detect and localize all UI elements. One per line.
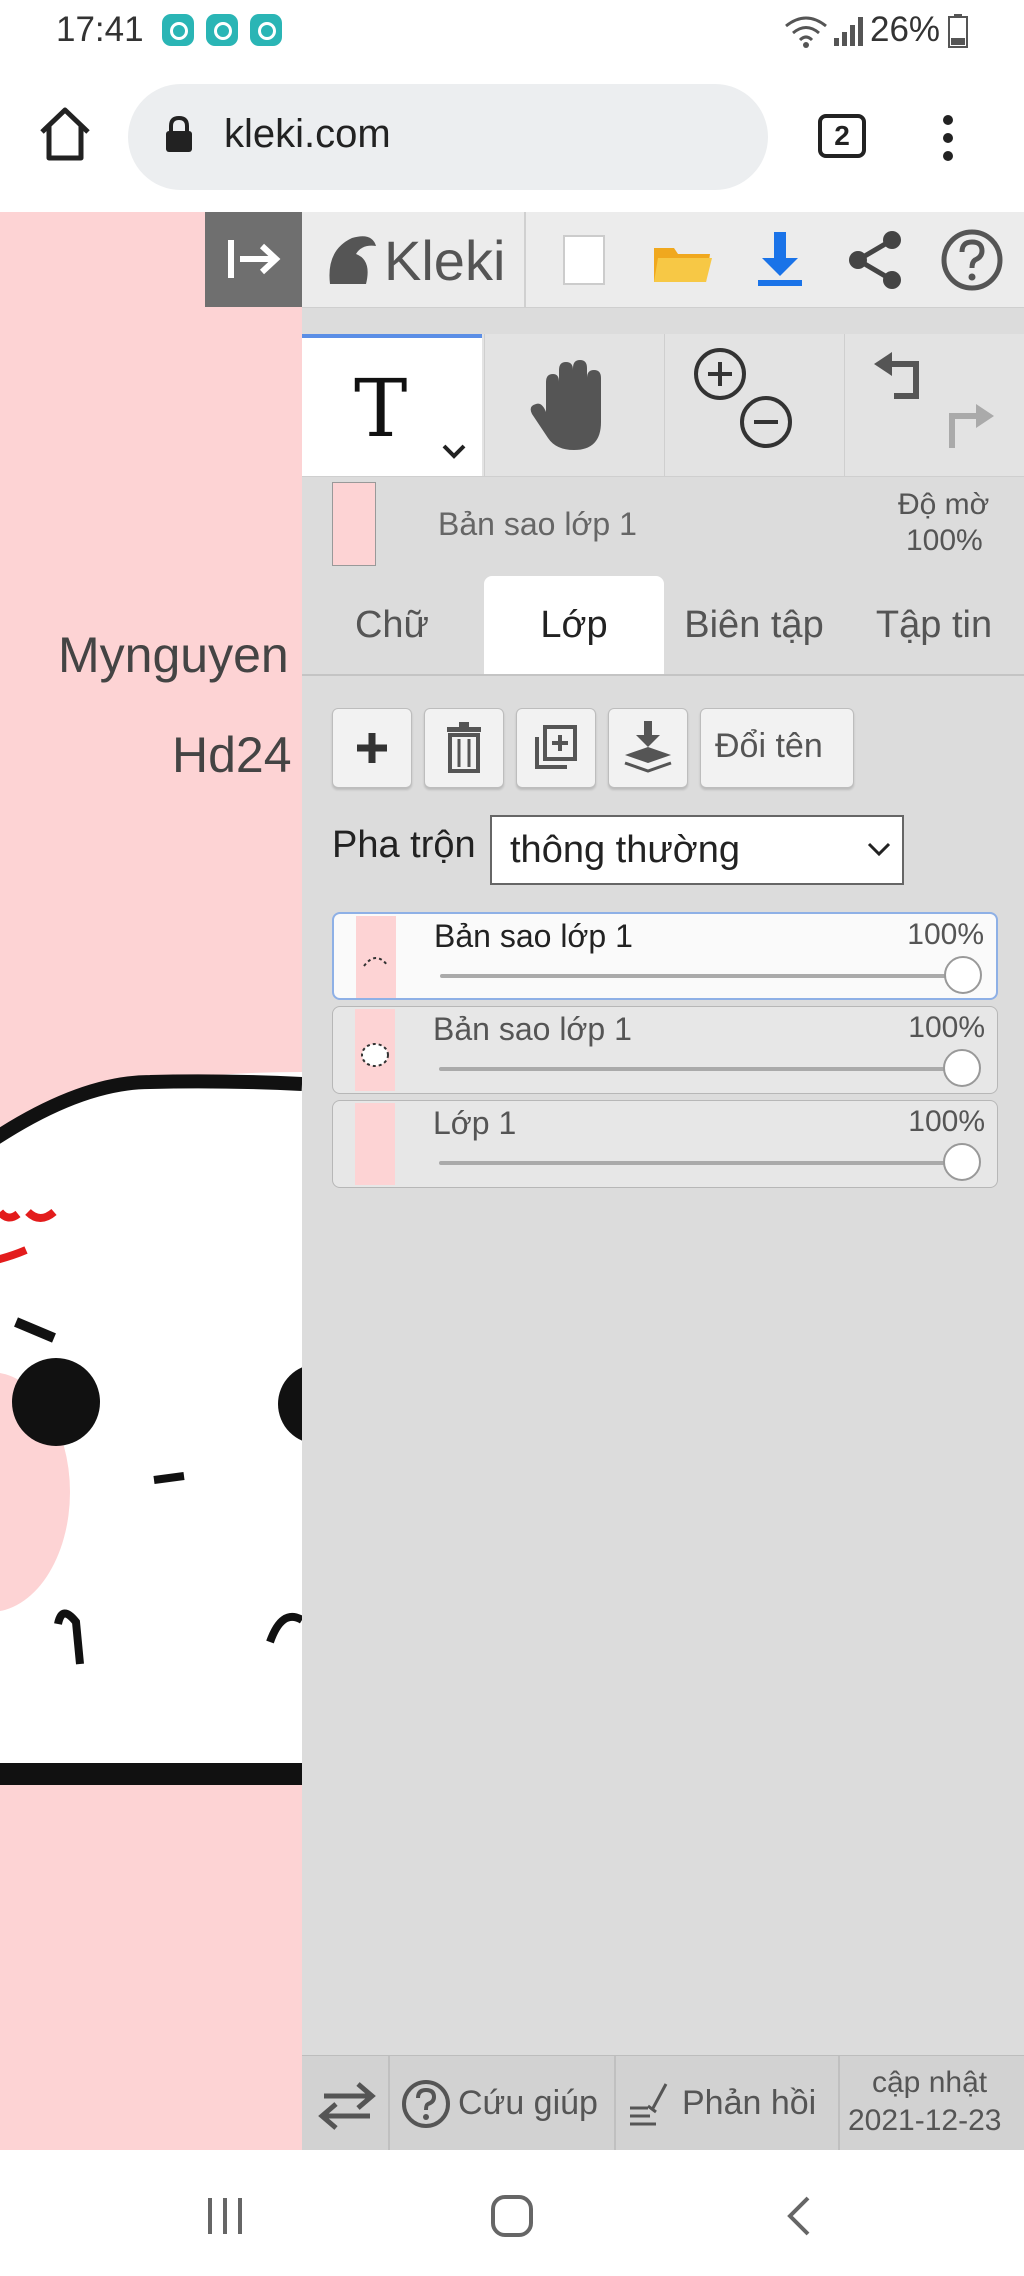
layer-thumbnail xyxy=(356,916,396,998)
swap-panel-side-icon[interactable] xyxy=(314,2080,380,2130)
add-layer-button[interactable] xyxy=(332,708,412,788)
chevron-down-icon xyxy=(867,842,891,857)
delete-layer-button[interactable] xyxy=(424,708,504,788)
back-icon[interactable] xyxy=(784,2194,814,2238)
battery-icon xyxy=(948,14,968,48)
layer-thumbnail xyxy=(355,1103,395,1185)
help-icon[interactable] xyxy=(938,226,1006,294)
address-bar[interactable]: kleki.com xyxy=(128,84,768,190)
undo-icon[interactable] xyxy=(870,348,930,404)
text-tool-icon: T xyxy=(354,362,408,455)
layer-thumbnail xyxy=(355,1009,395,1091)
canvas-text-line-1: Mynguyen xyxy=(58,627,289,683)
zoom-out-icon[interactable] xyxy=(738,394,794,450)
text-tool-button[interactable]: T xyxy=(302,334,482,476)
lock-icon xyxy=(166,116,192,152)
current-layer-name: Bản sao lớp 1 xyxy=(438,506,637,542)
layer-opacity-slider[interactable] xyxy=(439,1161,959,1165)
wifi-icon xyxy=(785,16,827,48)
notification-app-icon xyxy=(250,14,282,46)
canvas-text-line-2: Hd24 xyxy=(172,727,292,783)
redo-icon[interactable] xyxy=(938,400,998,456)
layer-row[interactable]: Lớp 1 100% xyxy=(332,1100,998,1188)
notification-app-icon xyxy=(206,14,238,46)
help-button[interactable]: Cứu giúp xyxy=(390,2056,614,2151)
layer-opacity-slider-handle[interactable] xyxy=(943,1049,981,1087)
status-bar: 17:41 26% xyxy=(0,0,1024,62)
tool-panel: Kleki T Bản sao lớp 1 Độ mờ 100% Chữ Lớp… xyxy=(302,212,1024,2151)
current-layer-thumbnail[interactable] xyxy=(332,482,376,566)
help-icon xyxy=(402,2080,450,2128)
layer-opacity-slider-handle[interactable] xyxy=(944,956,982,994)
layer-opacity-slider-handle[interactable] xyxy=(943,1143,981,1181)
kleki-logo-icon[interactable] xyxy=(322,230,382,290)
blend-mode-value: thông thường xyxy=(510,829,740,871)
feedback-label: Phản hồi xyxy=(682,2084,817,2122)
help-label: Cứu giúp xyxy=(458,2084,598,2122)
share-icon[interactable] xyxy=(842,226,910,294)
more-menu-icon[interactable] xyxy=(938,114,958,162)
collapse-panel-icon xyxy=(227,240,280,278)
rename-label: Đổi tên xyxy=(715,727,823,765)
download-icon[interactable] xyxy=(746,226,814,294)
tab-layer[interactable]: Lớp xyxy=(484,576,664,674)
layer-row[interactable]: Bản sao lớp 1 100% xyxy=(332,1006,998,1094)
layer-opacity-slider[interactable] xyxy=(440,974,960,978)
duplicate-layer-button[interactable] xyxy=(516,708,596,788)
system-home-icon[interactable] xyxy=(490,2194,534,2238)
feedback-pen-icon xyxy=(630,2083,668,2126)
update-info: cập nhật 2021-12-23 xyxy=(840,2056,1024,2151)
layer-opacity: 100% xyxy=(908,1105,985,1138)
drawing-canvas[interactable]: Mynguyen Hd24 xyxy=(0,212,302,2150)
system-navigation-bar xyxy=(0,2150,1024,2276)
browser-toolbar: kleki.com 2 xyxy=(0,62,1024,212)
layer-opacity-slider[interactable] xyxy=(439,1067,959,1071)
merge-down-button[interactable] xyxy=(608,708,688,788)
update-date: 2021-12-23 xyxy=(848,2104,1002,2137)
tab-switcher-button[interactable]: 2 xyxy=(818,114,866,158)
merge-down-icon xyxy=(624,721,672,773)
collapse-panel-button[interactable] xyxy=(205,212,302,307)
panel-footer: Cứu giúp Phản hồi cập nhật 2021-12-23 xyxy=(302,2055,1024,2151)
tab-file[interactable]: Tập tin xyxy=(844,576,1024,674)
blend-mode-select[interactable]: thông thường xyxy=(490,815,904,885)
opacity-label: Độ mờ xyxy=(898,488,990,521)
feedback-button[interactable]: Phản hồi xyxy=(616,2056,838,2151)
layer-row[interactable]: Bản sao lớp 1 100% xyxy=(332,912,998,1000)
update-label: cập nhật xyxy=(872,2066,988,2099)
url-text: kleki.com xyxy=(224,112,391,156)
rename-layer-button[interactable]: Đổi tên xyxy=(700,708,854,788)
layer-opacity: 100% xyxy=(907,918,984,951)
layer-opacity: 100% xyxy=(908,1011,985,1044)
notification-app-icon xyxy=(162,14,194,46)
signal-icon xyxy=(834,17,863,46)
blend-mode-label: Pha trộn xyxy=(332,824,476,866)
delete-layer-icon xyxy=(447,722,481,773)
panel-topbar: Kleki xyxy=(302,212,1024,308)
recent-apps-icon[interactable] xyxy=(206,2196,246,2236)
chevron-down-icon[interactable] xyxy=(440,442,468,462)
status-time: 17:41 xyxy=(56,10,144,49)
canvas-drawing xyxy=(0,1072,302,1785)
layer-name: Bản sao lớp 1 xyxy=(434,918,633,954)
open-folder-icon[interactable] xyxy=(648,226,716,294)
new-image-icon[interactable] xyxy=(550,226,618,294)
layer-name: Bản sao lớp 1 xyxy=(433,1011,632,1047)
tab-edit[interactable]: Biên tập xyxy=(664,576,844,674)
battery-percentage: 26% xyxy=(870,10,941,49)
panel-tabs: Chữ Lớp Biên tập Tập tin xyxy=(302,576,1024,676)
add-layer-icon xyxy=(357,733,387,763)
layer-name: Lớp 1 xyxy=(433,1105,517,1141)
hand-tool-icon[interactable] xyxy=(526,356,616,456)
tool-row: T xyxy=(302,334,1024,477)
brand-name[interactable]: Kleki xyxy=(384,228,505,293)
current-layer-row: Bản sao lớp 1 Độ mờ 100% xyxy=(302,476,1024,576)
duplicate-layer-icon xyxy=(535,725,577,769)
tab-text[interactable]: Chữ xyxy=(302,576,482,674)
opacity-value: 100% xyxy=(906,524,983,557)
home-icon[interactable] xyxy=(38,106,92,162)
